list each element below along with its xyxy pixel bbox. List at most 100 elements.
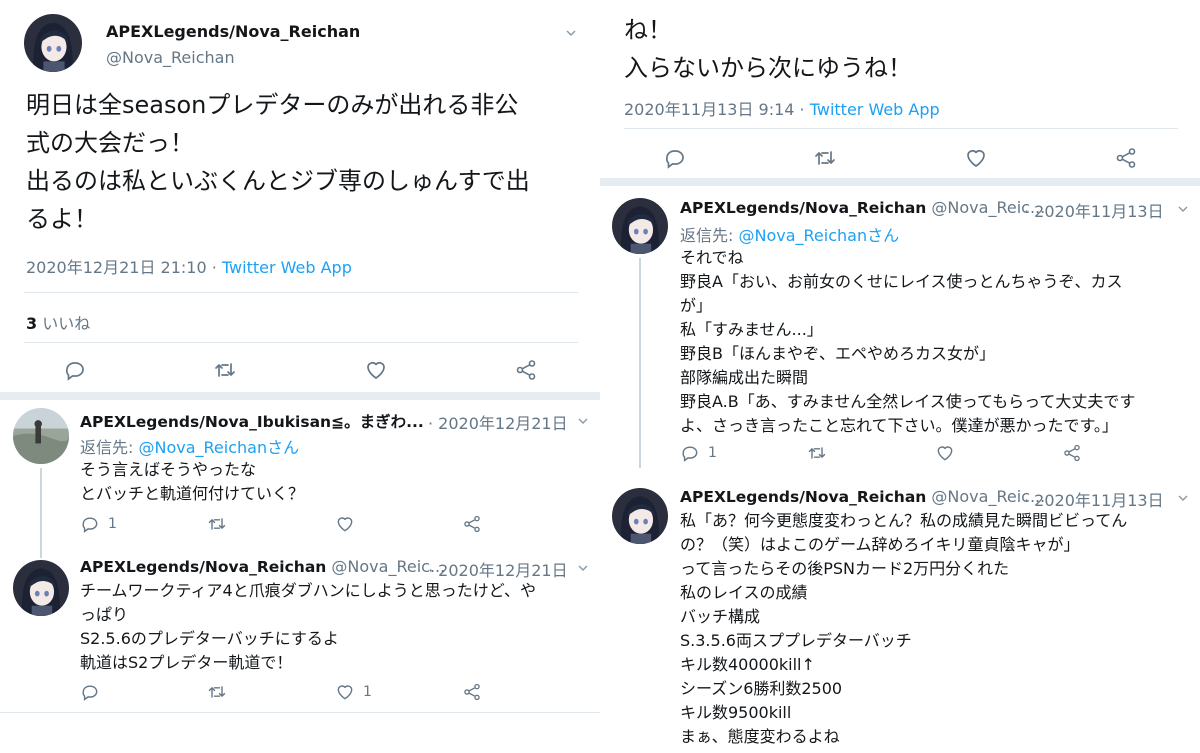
reply-count: 1 — [708, 445, 717, 461]
divider — [624, 128, 1178, 129]
avatar[interactable] — [24, 14, 82, 72]
tweet-date[interactable]: · 2020年12月21日 — [428, 410, 568, 434]
chevron-down-icon[interactable] — [1178, 204, 1188, 214]
chevron-down-icon[interactable] — [578, 416, 588, 426]
retweet-icon — [813, 146, 837, 170]
tweet-meta: 2020年11月13日 9:14 · Twitter Web App — [624, 96, 940, 120]
reply-button[interactable] — [80, 682, 100, 702]
tweet-header: APEXLegends/Nova_Reichan @Nova_Reic... — [680, 198, 1045, 217]
avatar[interactable] — [13, 560, 69, 616]
retweet-button[interactable] — [207, 682, 227, 702]
tweet-date[interactable]: · 2020年11月13日 — [1024, 198, 1164, 222]
share-icon — [462, 682, 482, 702]
share-button[interactable] — [462, 514, 482, 534]
tweet-date[interactable]: 2020年12月21日 21:10 — [26, 258, 207, 277]
divider — [24, 342, 578, 343]
reply-button[interactable]: 1 — [80, 514, 117, 534]
left-screenshot: APEXLegends/Nova_Reichan @Nova_Reichan 明… — [0, 0, 600, 753]
author-name[interactable]: APEXLegends/Nova_Reichan — [106, 22, 360, 41]
like-label: いいね — [42, 314, 91, 333]
divider — [24, 292, 578, 293]
avatar[interactable] — [612, 198, 668, 254]
retweet-button[interactable] — [207, 514, 227, 534]
avatar-anime-girl-icon — [612, 488, 668, 544]
reply-icon — [680, 443, 700, 463]
section-separator — [0, 392, 600, 400]
author-name[interactable]: APEXLegends/Nova_Reichan — [80, 558, 326, 576]
avatar-anime-girl-icon — [24, 14, 82, 72]
tweet-text: そう言えばそうやったな とバッチと軌道何付けていく？ — [80, 460, 305, 503]
divider — [0, 712, 600, 713]
retweet-button[interactable] — [807, 443, 827, 463]
like-button[interactable]: 1 — [335, 682, 372, 702]
avatar-anime-girl-icon — [612, 198, 668, 254]
share-button[interactable] — [462, 682, 482, 702]
avatar[interactable] — [13, 408, 69, 464]
right-screenshot: ね！ 入らないから次にゆうね！ 2020年11月13日 9:14 · Twitt… — [600, 0, 1200, 753]
retweet-icon — [807, 443, 827, 463]
tweet-text: 明日は全seasonプレデターのみが出れる非公 式の大会だっ！ 出るのは私といぶ… — [26, 91, 530, 233]
like-icon — [335, 682, 355, 702]
thread-line — [639, 258, 641, 468]
like-button[interactable] — [335, 514, 355, 534]
tweet-date[interactable]: · 2020年12月21日 — [428, 557, 568, 581]
avatar-anime-girl-icon — [13, 560, 69, 616]
share-icon — [514, 358, 538, 382]
like-icon — [964, 146, 988, 170]
reply-prefix: 返信先: — [680, 226, 739, 245]
like-icon — [364, 358, 388, 382]
thread-line — [40, 468, 42, 558]
retweet-icon — [213, 358, 237, 382]
tweet-date[interactable]: · 2020年11月13日 — [1024, 487, 1164, 511]
tweet-date[interactable]: 2020年11月13日 9:14 — [624, 100, 794, 119]
reply-to-link[interactable]: @Nova_Reichanさん — [738, 226, 899, 245]
chevron-down-icon[interactable] — [578, 563, 588, 573]
author-handle[interactable]: @Nova_Reichan — [106, 48, 235, 67]
like-count: 1 — [363, 684, 372, 700]
retweet-icon — [207, 682, 227, 702]
share-icon — [1062, 443, 1082, 463]
reply-icon — [663, 146, 687, 170]
like-button[interactable] — [364, 358, 388, 382]
reply-icon — [80, 682, 100, 702]
like-icon — [935, 443, 955, 463]
retweet-button[interactable] — [813, 146, 837, 170]
tweet-text: チームワークティア4と爪痕ダブハンにしようと思ったけど、や っぱり S2.5.6… — [80, 581, 536, 672]
reply-button[interactable] — [663, 146, 687, 170]
avatar[interactable] — [612, 488, 668, 544]
tweet-text: 私「あ？何今更態度変わっとん？私の成績見た瞬間ビビってん の？（笑）はよこのゲー… — [680, 511, 1128, 746]
reply-button[interactable]: 1 — [680, 443, 717, 463]
tweet-header: APEXLegends/Nova_Reichan @Nova_Reic... — [680, 487, 1045, 506]
like-total: 3 — [26, 314, 38, 333]
reply-icon — [80, 514, 100, 534]
tweet-source[interactable]: Twitter Web App — [222, 258, 352, 277]
meta-separator: · — [206, 258, 222, 277]
tweet-meta: 2020年12月21日 21:10 · Twitter Web App — [26, 254, 352, 278]
tweet-source[interactable]: Twitter Web App — [810, 100, 940, 119]
retweet-button[interactable] — [213, 358, 237, 382]
tweet-text: それでね 野良A「おい、お前女のくせにレイス使っとんちゃうぞ、カス が」 私「す… — [680, 248, 1136, 435]
tweet-header: APEXLegends/Nova_Reichan @Nova_Reic... — [80, 557, 445, 576]
like-button[interactable] — [935, 443, 955, 463]
chevron-down-icon[interactable] — [1178, 493, 1188, 503]
author-name[interactable]: APEXLegends/Nova_Reichan — [680, 199, 926, 217]
author-name[interactable]: APEXLegends/Nova_Reichan — [680, 488, 926, 506]
share-button[interactable] — [1062, 443, 1082, 463]
reply-to-link[interactable]: @Nova_Reichanさん — [138, 438, 299, 457]
meta-separator: · — [794, 100, 810, 119]
like-button[interactable] — [964, 146, 988, 170]
share-button[interactable] — [514, 358, 538, 382]
tweet-text: ね！ 入らないから次にゆうね！ — [624, 16, 912, 82]
like-icon — [335, 514, 355, 534]
reply-prefix: 返信先: — [80, 438, 139, 457]
avatar-landscape-icon — [13, 408, 69, 464]
share-button[interactable] — [1114, 146, 1138, 170]
author-name[interactable]: APEXLegends/Nova_Ibukisan≦。まぎわ... — [80, 410, 424, 432]
share-icon — [462, 514, 482, 534]
share-icon — [1114, 146, 1138, 170]
reply-button[interactable] — [63, 358, 87, 382]
section-separator — [600, 178, 1200, 186]
reply-count: 1 — [108, 516, 117, 532]
chevron-down-icon[interactable] — [566, 28, 576, 38]
like-summary[interactable]: 3 いいね — [26, 310, 90, 334]
